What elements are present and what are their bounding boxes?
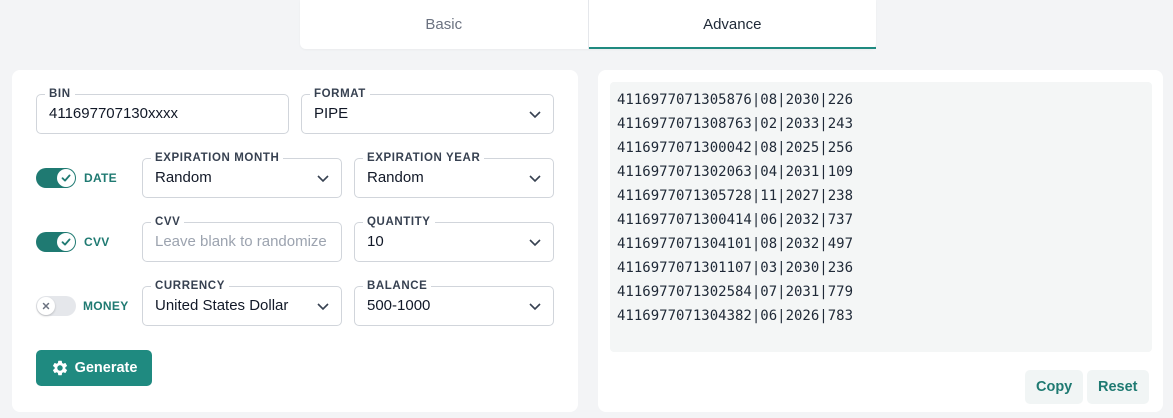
reset-button[interactable]: Reset xyxy=(1087,370,1149,404)
balance-value: 500-1000 xyxy=(367,297,431,314)
expiration-year-value: Random xyxy=(367,169,424,186)
check-icon xyxy=(57,169,75,187)
output-line: 4116977071304101|08|2032|497 xyxy=(617,236,854,252)
cvv-field[interactable]: CVV xyxy=(142,215,342,262)
output-line: 4116977071300414|06|2032|737 xyxy=(617,212,854,228)
money-toggle-label: MONEY xyxy=(83,299,129,313)
format-value: PIPE xyxy=(314,105,349,122)
check-icon xyxy=(57,233,75,251)
chevron-down-icon xyxy=(529,303,541,311)
quantity-value: 10 xyxy=(367,233,384,250)
output-line: 4116977071305876|08|2030|226 xyxy=(617,92,854,108)
tab-basic[interactable]: Basic xyxy=(300,0,588,49)
output-line: 4116977071304382|06|2026|783 xyxy=(617,308,854,324)
cvv-toggle[interactable] xyxy=(36,232,76,252)
expiration-month-value: Random xyxy=(155,169,212,186)
output-card: 4116977071305876|08|2030|226 41169770713… xyxy=(598,70,1163,412)
cvv-toggle-label: CVV xyxy=(84,235,110,249)
output-textarea[interactable]: 4116977071305876|08|2030|226 41169770713… xyxy=(610,82,1152,352)
generate-button[interactable]: Generate xyxy=(36,350,152,386)
generator-form-card: BIN 411697707130xxxx FORMAT PIPE DATE EX… xyxy=(12,70,578,412)
gear-icon xyxy=(52,360,67,376)
chevron-down-icon xyxy=(317,303,329,311)
x-icon xyxy=(37,297,55,315)
chevron-down-icon xyxy=(529,111,541,119)
format-select[interactable]: FORMAT PIPE xyxy=(301,87,554,134)
output-line: 4116977071302063|04|2031|109 xyxy=(617,164,854,180)
quantity-select[interactable]: QUANTITY 10 xyxy=(354,215,554,262)
output-line: 4116977071300042|08|2025|256 xyxy=(617,140,854,156)
tab-advance[interactable]: Advance xyxy=(588,0,877,49)
bin-value[interactable]: 411697707130xxxx xyxy=(49,95,276,133)
balance-select[interactable]: BALANCE 500-1000 xyxy=(354,279,554,326)
currency-select[interactable]: CURRENCY United States Dollar xyxy=(142,279,342,326)
output-line: 4116977071308763|02|2033|243 xyxy=(617,116,854,132)
output-line: 4116977071305728|11|2027|238 xyxy=(617,188,854,204)
chevron-down-icon xyxy=(317,175,329,183)
date-toggle[interactable] xyxy=(36,168,76,188)
cvv-input[interactable] xyxy=(155,223,341,261)
mode-tabs: Basic Advance xyxy=(300,0,876,49)
chevron-down-icon xyxy=(529,175,541,183)
output-line: 4116977071302584|07|2031|779 xyxy=(617,284,854,300)
currency-value: United States Dollar xyxy=(155,297,289,314)
copy-button[interactable]: Copy xyxy=(1025,370,1084,404)
output-line: 4116977071301107|03|2030|236 xyxy=(617,260,854,276)
expiration-year-select[interactable]: EXPIRATION YEAR Random xyxy=(354,151,554,198)
date-toggle-label: DATE xyxy=(84,171,117,185)
money-toggle[interactable] xyxy=(36,296,76,316)
expiration-month-select[interactable]: EXPIRATION MONTH Random xyxy=(142,151,342,198)
generate-button-label: Generate xyxy=(74,360,138,376)
chevron-down-icon xyxy=(529,239,541,247)
bin-field[interactable]: BIN 411697707130xxxx xyxy=(36,87,289,134)
